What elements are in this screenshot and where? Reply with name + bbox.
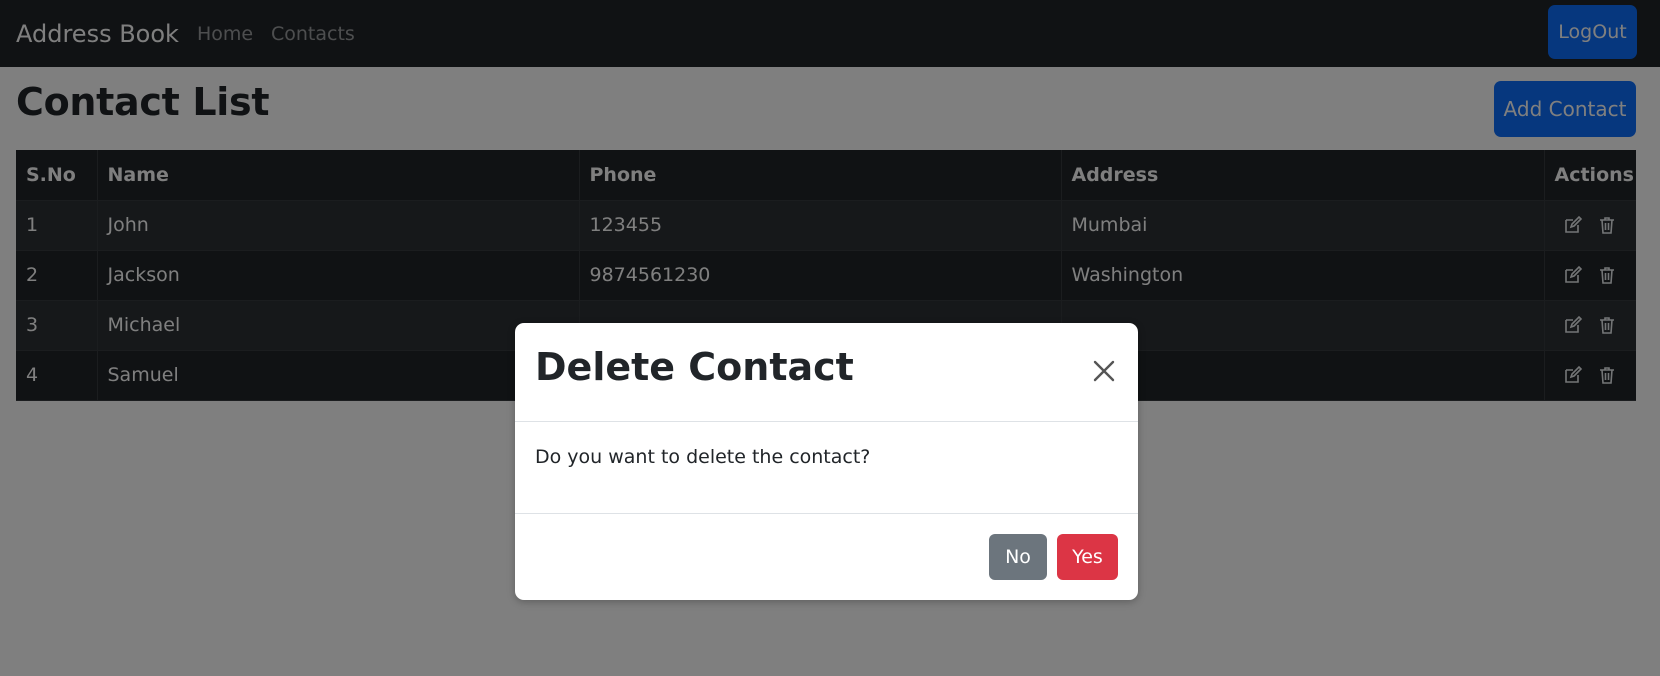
modal-title: Delete Contact: [535, 345, 854, 389]
yes-button[interactable]: Yes: [1057, 534, 1118, 580]
modal-header: Delete Contact: [515, 323, 1138, 422]
modal-body: Do you want to delete the contact?: [515, 422, 1138, 514]
modal-footer: No Yes: [515, 514, 1138, 601]
delete-contact-modal: Delete Contact Do you want to delete the…: [515, 323, 1138, 600]
modal-message: Do you want to delete the contact?: [535, 446, 871, 468]
close-icon[interactable]: [1091, 358, 1117, 384]
no-button[interactable]: No: [989, 534, 1047, 580]
